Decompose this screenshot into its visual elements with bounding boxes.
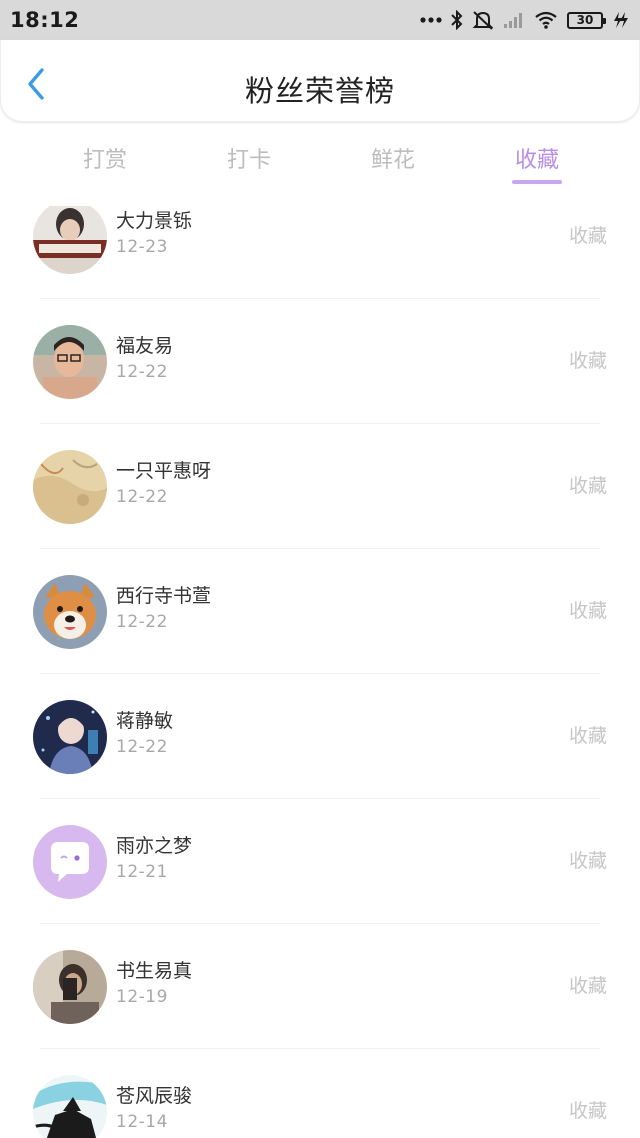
battery-level: 30: [576, 13, 594, 27]
favorite-label: 收藏: [568, 975, 607, 997]
signal-icon: [503, 11, 525, 29]
mute-icon: [472, 10, 494, 30]
status-bar: 18:12 30: [0, 0, 640, 40]
item-date: 12-19: [116, 987, 168, 1007]
favorite-label: 收藏: [568, 475, 607, 497]
user-name: 蒋静敏: [116, 710, 174, 732]
list-item[interactable]: 书生易真 12-19 收藏: [0, 924, 640, 1049]
avatar: [33, 825, 107, 899]
avatar: [33, 1075, 107, 1138]
list-item[interactable]: 西行寺书萱 12-22 收藏: [0, 549, 640, 674]
item-date: 12-22: [116, 362, 168, 382]
item-date: 12-23: [116, 237, 168, 257]
avatar: [33, 575, 107, 649]
item-date: 12-22: [116, 737, 168, 757]
status-icons: 30: [420, 10, 628, 30]
item-date: 12-22: [116, 487, 168, 507]
avatar: [33, 206, 107, 274]
item-date: 12-14: [116, 1112, 168, 1132]
tab-label: 收藏: [514, 148, 559, 173]
favorite-label: 收藏: [568, 725, 607, 747]
tab-label: 打卡: [226, 148, 271, 173]
active-tab-indicator: [512, 180, 562, 184]
item-date: 12-22: [116, 612, 168, 632]
more-dots-icon: [420, 16, 442, 24]
list-item[interactable]: 蒋静敏 12-22 收藏: [0, 674, 640, 799]
avatar: [33, 700, 107, 774]
wifi-icon: [534, 11, 558, 29]
item-date: 12-21: [116, 862, 168, 882]
list-item[interactable]: 一只平惠呀 12-22 收藏: [0, 424, 640, 549]
tab-label: 打赏: [82, 148, 127, 173]
list-item[interactable]: 苍风辰骏 12-14 收藏: [0, 1049, 640, 1138]
list-item[interactable]: 大力景铄 12-23 收藏: [0, 206, 640, 299]
avatar: [33, 325, 107, 399]
tab-reward[interactable]: 打赏: [33, 130, 177, 196]
fan-list[interactable]: 大力景铄 12-23 收藏 福友易 12-22 收藏 一只平惠呀 12-22 收…: [0, 206, 640, 1138]
user-name: 西行寺书萱: [116, 585, 212, 607]
user-name: 福友易: [116, 335, 174, 357]
favorite-label: 收藏: [568, 225, 607, 247]
charging-icon: [612, 11, 628, 29]
user-name: 一只平惠呀: [116, 460, 212, 482]
favorite-label: 收藏: [568, 600, 607, 622]
tab-flowers[interactable]: 鲜花: [321, 130, 465, 196]
user-name: 苍风辰骏: [116, 1085, 193, 1107]
list-item[interactable]: 福友易 12-22 收藏: [0, 299, 640, 424]
tab-favorites[interactable]: 收藏: [465, 130, 609, 196]
app-header: 粉丝荣誉榜: [0, 40, 640, 122]
favorite-label: 收藏: [568, 1100, 607, 1122]
user-name: 雨亦之梦: [116, 835, 193, 857]
user-name: 书生易真: [116, 960, 193, 982]
avatar: [33, 950, 107, 1024]
favorite-label: 收藏: [568, 850, 607, 872]
favorite-label: 收藏: [568, 350, 607, 372]
bluetooth-icon: [451, 10, 463, 30]
status-time: 18:12: [10, 8, 80, 32]
user-name: 大力景铄: [116, 210, 193, 232]
list-item[interactable]: 雨亦之梦 12-21 收藏: [0, 799, 640, 924]
tab-bar: 打赏 打卡 鲜花 收藏: [0, 130, 640, 196]
tab-checkin[interactable]: 打卡: [177, 130, 321, 196]
tab-label: 鲜花: [370, 148, 415, 173]
avatar: [33, 450, 107, 524]
battery-icon: 30: [567, 11, 606, 29]
page-title: 粉丝荣誉榜: [244, 74, 395, 108]
